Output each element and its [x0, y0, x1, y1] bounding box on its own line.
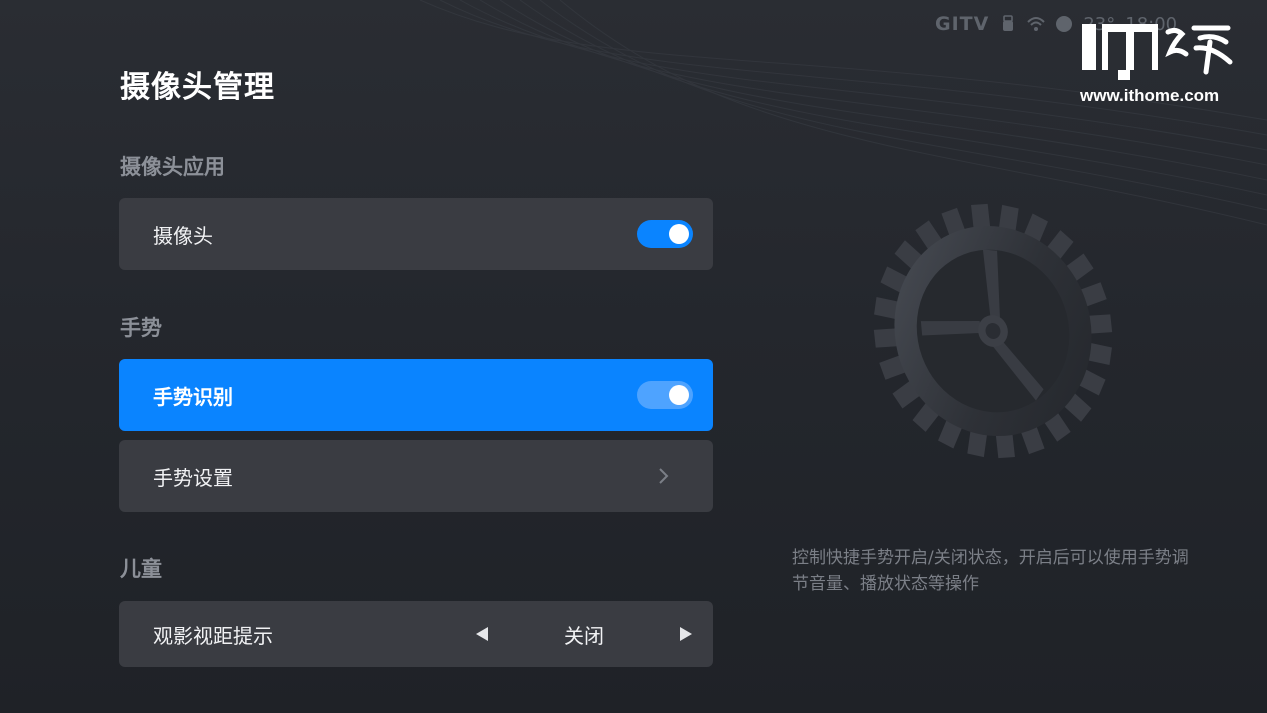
page-title: 摄像头管理: [120, 70, 275, 105]
account-icon: [1056, 16, 1073, 32]
toggle-knob: [669, 385, 689, 405]
arrow-right-icon[interactable]: [679, 626, 693, 642]
setting-label-camera: 摄像头: [153, 223, 213, 248]
camera-toggle[interactable]: [637, 220, 693, 248]
viewing-distance-selector[interactable]: 关闭: [475, 620, 693, 649]
section-label-gesture: 手势: [120, 316, 162, 340]
section-label-camera-app: 摄像头应用: [120, 155, 225, 179]
ithome-logo: [1082, 24, 1233, 80]
setting-label-gesture-recognition: 手势识别: [153, 384, 233, 409]
usb-icon: [1003, 15, 1014, 31]
viewing-distance-value: 关闭: [564, 623, 604, 648]
section-label-children: 儿童: [120, 557, 162, 581]
setting-row-viewing-distance[interactable]: 观影视距提示 关闭: [119, 601, 713, 667]
ithome-url: www.ithome.com: [1080, 86, 1220, 105]
gear-icon: [873, 203, 1113, 459]
gesture-recognition-toggle[interactable]: [637, 381, 693, 409]
setting-row-camera[interactable]: 摄像头: [119, 198, 713, 270]
setting-label-viewing-distance: 观影视距提示: [153, 623, 273, 648]
setting-description: 控制快捷手势开启/关闭状态，开启后可以使用手势调节音量、播放状态等操作: [792, 548, 1189, 594]
arrow-left-icon[interactable]: [475, 626, 489, 642]
chevron-right-icon: [659, 468, 669, 484]
setting-row-gesture-settings[interactable]: 手势设置: [119, 440, 713, 512]
ithome-watermark: www.ithome.com: [1078, 18, 1238, 110]
setting-label-gesture-settings: 手势设置: [153, 465, 233, 490]
toggle-knob: [669, 224, 689, 244]
setting-row-gesture-recognition[interactable]: 手势识别: [119, 359, 713, 431]
brand-logo: GITV: [935, 13, 990, 35]
wifi-icon: [1027, 17, 1046, 31]
